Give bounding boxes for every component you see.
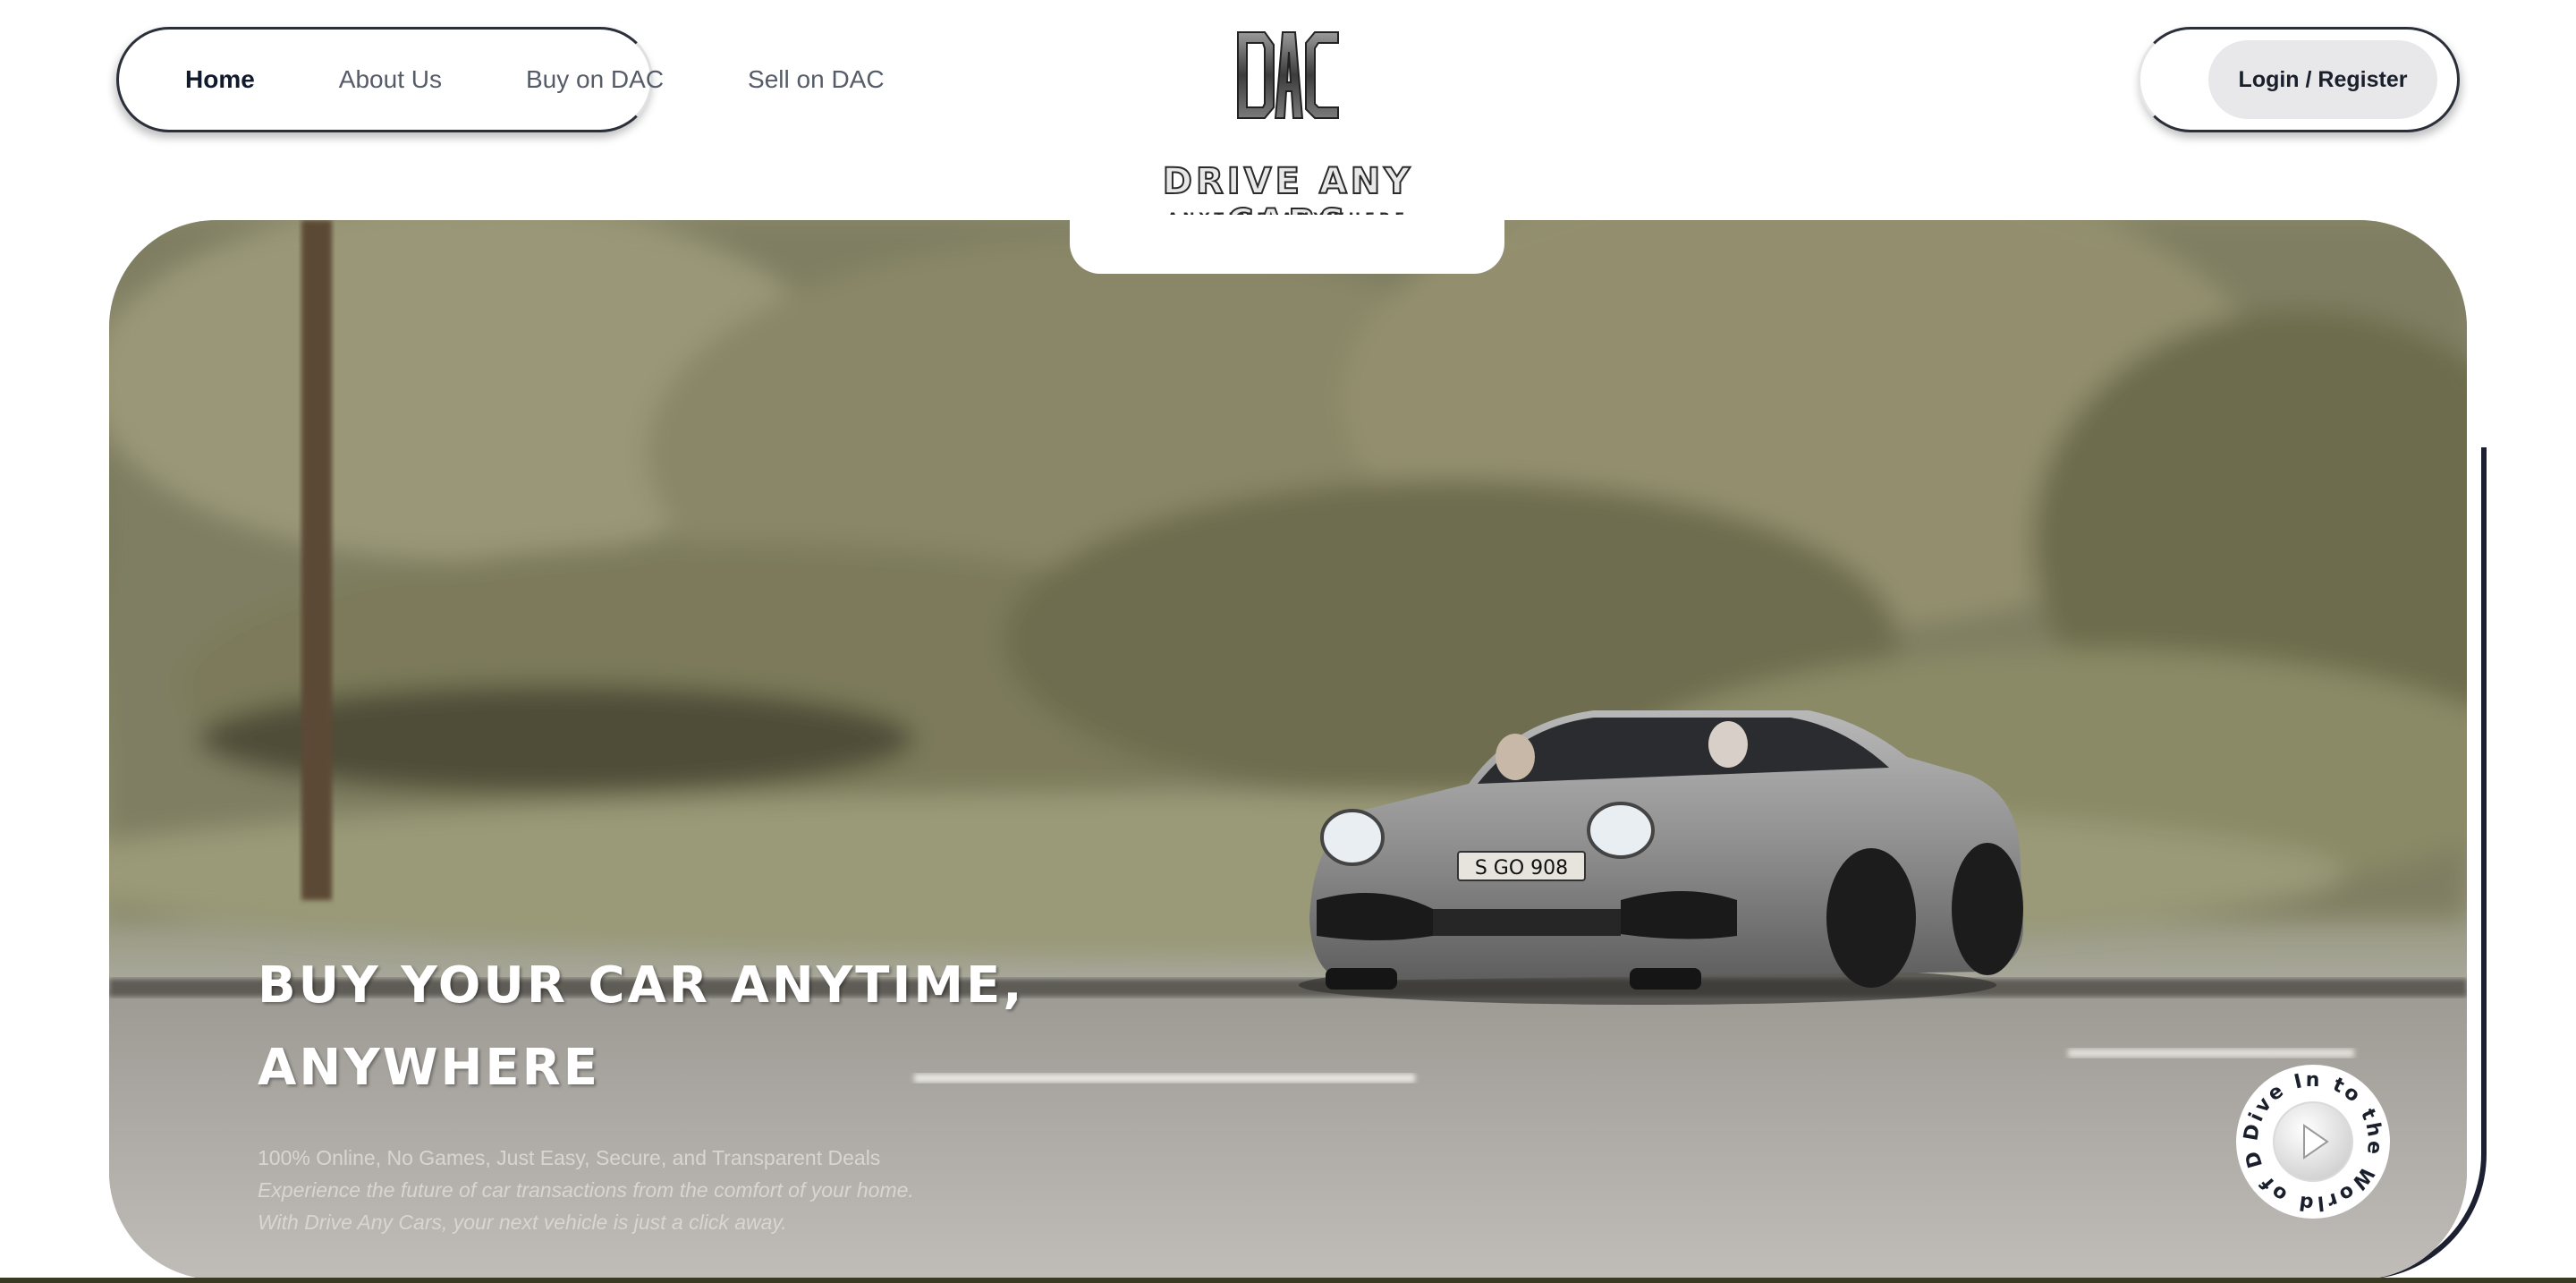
bottom-edge — [0, 1278, 2576, 1283]
main-nav: Home About Us Buy on DAC Sell on DAC — [116, 27, 885, 132]
account-nav: Login / Register — [2138, 27, 2460, 132]
hero-title-line-2: ANYWHERE — [258, 1039, 601, 1097]
hero-subtitle-line-2: Experience the future of car transaction… — [258, 1178, 914, 1202]
site-logo[interactable]: DRIVE ANY CARS ANYTIME-ANYWHERE — [1100, 20, 1476, 244]
page: Home About Us Buy on DAC Sell on DAC DRI… — [0, 0, 2576, 1283]
nav-item-buy-on-dac[interactable]: Buy on DAC — [526, 65, 664, 94]
hero-subtitle-line-3: With Drive Any Cars, your next vehicle i… — [258, 1211, 787, 1234]
nav-item-sell-on-dac[interactable]: Sell on DAC — [748, 65, 885, 94]
hero-copy: BUY YOUR CAR ANYTIME, ANYWHERE 100% Onli… — [258, 945, 1025, 1238]
play-video-badge[interactable]: Dive In to the World of DAC — [2224, 1044, 2394, 1222]
hero-subtitle-line-1: 100% Online, No Games, Just Easy, Secure… — [258, 1146, 881, 1169]
nav-item-about-us[interactable]: About Us — [339, 65, 442, 94]
hero-title-line-1: BUY YOUR CAR ANYTIME, — [258, 956, 1025, 1015]
nav-item-home[interactable]: Home — [185, 65, 255, 94]
login-register-button[interactable]: Login / Register — [2208, 40, 2437, 119]
hero-video[interactable]: S GO 908 BUY YOUR CAR ANYTIME, ANYWHERE … — [109, 220, 2467, 1279]
license-plate-text: S GO 908 — [1475, 857, 1568, 879]
hero-notch — [1070, 215, 1504, 274]
dac-monogram-icon — [1237, 31, 1339, 119]
